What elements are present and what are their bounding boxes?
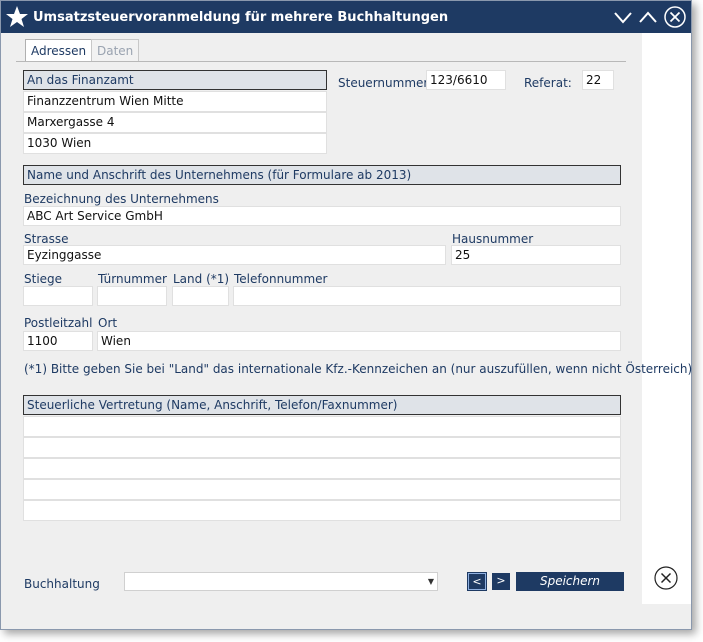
steuernummer-field[interactable]: 123/6610 (426, 70, 506, 90)
chevron-down-icon[interactable] (613, 7, 633, 27)
vertretung-line-field[interactable] (23, 500, 621, 521)
vertretung-line-field[interactable] (23, 416, 621, 437)
next-button[interactable]: > (492, 573, 510, 590)
tab-divider (16, 61, 626, 62)
chevron-up-icon[interactable] (638, 7, 658, 27)
finanzamt-line3-field[interactable]: 1030 Wien (23, 133, 327, 154)
close-circle-icon[interactable] (654, 566, 678, 590)
finanzamt-header: An das Finanzamt (23, 70, 327, 90)
referat-field[interactable]: 22 (582, 70, 614, 90)
tab-adressen[interactable]: Adressen (25, 39, 93, 62)
hausnummer-field[interactable]: 25 (451, 245, 621, 265)
ort-label: Ort (98, 316, 118, 330)
unternehmen-header: Name und Anschrift des Unternehmens (für… (23, 165, 621, 185)
tuernummer-label: Türnummer (98, 272, 167, 286)
stiege-label: Stiege (24, 272, 63, 286)
previous-button[interactable]: < (467, 572, 487, 591)
hausnummer-label: Hausnummer (452, 232, 534, 246)
window-title: Umsatzsteuervoranmeldung für mehrere Buc… (33, 10, 449, 25)
vertretung-header: Steuerliche Vertretung (Name, Anschrift,… (23, 395, 621, 415)
dropdown-arrow-icon[interactable]: ▼ (428, 577, 434, 586)
ort-field[interactable]: Wien (97, 331, 621, 351)
telefon-field[interactable] (233, 286, 621, 306)
title-bar: Umsatzsteuervoranmeldung für mehrere Buc… (1, 1, 691, 33)
land-label: Land (*1) (173, 272, 230, 286)
close-icon[interactable] (663, 5, 687, 29)
vertretung-line-field[interactable] (23, 458, 621, 479)
finanzamt-line1-field[interactable]: Finanzzentrum Wien Mitte (23, 91, 327, 112)
bezeichnung-field[interactable]: ABC Art Service GmbH (23, 206, 621, 226)
vertretung-line-field[interactable] (23, 479, 621, 500)
strasse-label: Strasse (24, 232, 69, 246)
buchhaltung-label: Buchhaltung (24, 577, 100, 591)
save-button[interactable]: Speichern (516, 572, 624, 591)
buchhaltung-select[interactable]: ▼ (124, 572, 438, 591)
vertretung-line-field[interactable] (23, 437, 621, 458)
stiege-field[interactable] (23, 286, 93, 306)
land-field[interactable] (172, 286, 229, 306)
steuernummer-label: Steuernummer: (338, 76, 433, 90)
side-panel (642, 33, 691, 604)
bezeichnung-label: Bezeichnung des Unternehmens (24, 192, 219, 206)
plz-field[interactable]: 1100 (23, 331, 93, 351)
plz-label: Postleitzahl (24, 316, 93, 330)
dialog-window: Umsatzsteuervoranmeldung für mehrere Buc… (0, 0, 692, 630)
tuernummer-field[interactable] (97, 286, 167, 306)
finanzamt-line2-field[interactable]: Marxergasse 4 (23, 112, 327, 133)
telefon-label: Telefonnummer (234, 272, 328, 286)
strasse-field[interactable]: Eyzinggasse (23, 245, 446, 265)
referat-label: Referat: (524, 76, 572, 90)
star-icon (6, 6, 28, 27)
land-hint-note: (*1) Bitte geben Sie bei "Land" das inte… (24, 362, 693, 376)
tab-daten[interactable]: Daten (91, 39, 140, 62)
